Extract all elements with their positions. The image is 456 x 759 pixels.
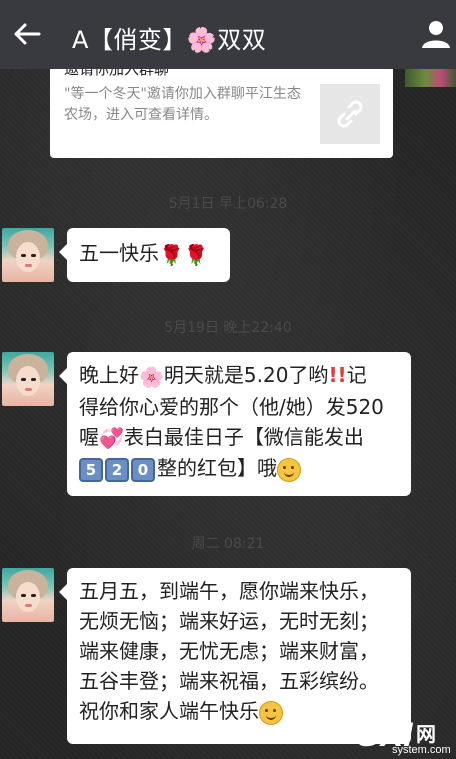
message-text: 得给你心爱的那个（他/她）发520 xyxy=(79,394,384,419)
chat-header: A【俏变】🌸双双 xyxy=(0,0,456,69)
keycap-5-icon: 5 xyxy=(79,457,103,482)
double-exclamation-icon: !! xyxy=(328,363,347,387)
keycap-2-icon: 2 xyxy=(105,457,129,482)
message-text: 无烦无恼；端来好运，无时无刻； xyxy=(79,609,379,633)
sender-avatar-thumbnail[interactable] xyxy=(405,69,456,87)
message-bubble[interactable]: 晚上好🌸明天就是5.20了哟!!记 得给你心爱的那个（他/她）发520 喔💞表白… xyxy=(59,352,411,496)
watermark-logo: GXI 网 system.com xyxy=(354,716,454,758)
message-text: 明天就是5.20了哟 xyxy=(163,363,329,387)
avatar[interactable] xyxy=(2,352,54,406)
group-invite-card[interactable]: 邀请你加入群聊 "等一个冬天"邀请你加入群聊平江生态农场，进入可查看详情。 xyxy=(50,60,393,158)
invite-card-description: "等一个冬天"邀请你加入群聊平江生态农场，进入可查看详情。 xyxy=(64,86,301,123)
message-text: 晚上好 xyxy=(79,363,139,387)
message-bubble[interactable]: 五一快乐🌹🌹 xyxy=(59,228,230,282)
cherry-blossom-icon: 🌸 xyxy=(139,364,164,389)
link-icon xyxy=(337,100,363,128)
arrow-left-icon[interactable] xyxy=(10,17,44,51)
avatar[interactable] xyxy=(2,568,54,622)
message-text: 端来健康，无忧无虑；端来财富， xyxy=(79,639,379,663)
smile-icon xyxy=(277,457,301,482)
timestamp: 周二 08:21 xyxy=(191,536,265,552)
message-text: 五谷丰登；端来祝福，五彩缤纷。 xyxy=(79,669,379,693)
message-text: 五一快乐 xyxy=(79,241,159,265)
watermark-domain: system.com xyxy=(392,744,451,756)
chat-title: A【俏变】🌸双双 xyxy=(72,26,267,54)
smile-icon xyxy=(259,700,283,725)
two-hearts-icon: 💞 xyxy=(99,426,124,450)
message-text: 祝你和家人端午快乐 xyxy=(79,699,259,723)
watermark-cn: 网 xyxy=(416,724,436,746)
rose-icon: 🌹 xyxy=(183,242,209,267)
avatar[interactable] xyxy=(2,228,54,282)
timestamp: 5月1日 早上06:28 xyxy=(168,196,288,212)
message-text: 记 xyxy=(346,363,367,387)
message-text: 五月五，到端午，愿你端来快乐， xyxy=(79,579,379,603)
link-thumbnail xyxy=(320,84,380,144)
message-text: 整的红包】哦 xyxy=(157,456,277,480)
message-text: 喔 xyxy=(79,424,99,449)
timestamp: 5月19日 晚上22:40 xyxy=(164,320,292,336)
rose-icon: 🌹 xyxy=(159,242,184,267)
message-text: 表白最佳日子【微信能发出 xyxy=(123,424,364,449)
keycap-0-icon: 0 xyxy=(131,457,155,482)
person-icon[interactable] xyxy=(420,18,452,50)
